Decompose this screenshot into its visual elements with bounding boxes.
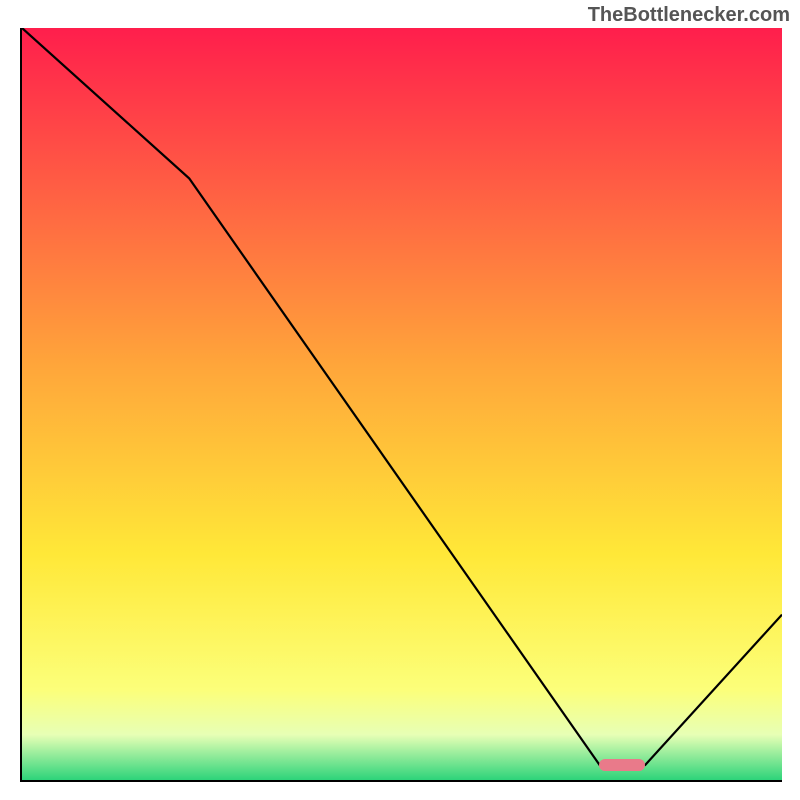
curve-line — [22, 28, 782, 780]
watermark-text: TheBottlenecker.com — [588, 4, 790, 27]
optimal-marker — [599, 759, 645, 771]
chart-plot-area — [20, 28, 782, 782]
